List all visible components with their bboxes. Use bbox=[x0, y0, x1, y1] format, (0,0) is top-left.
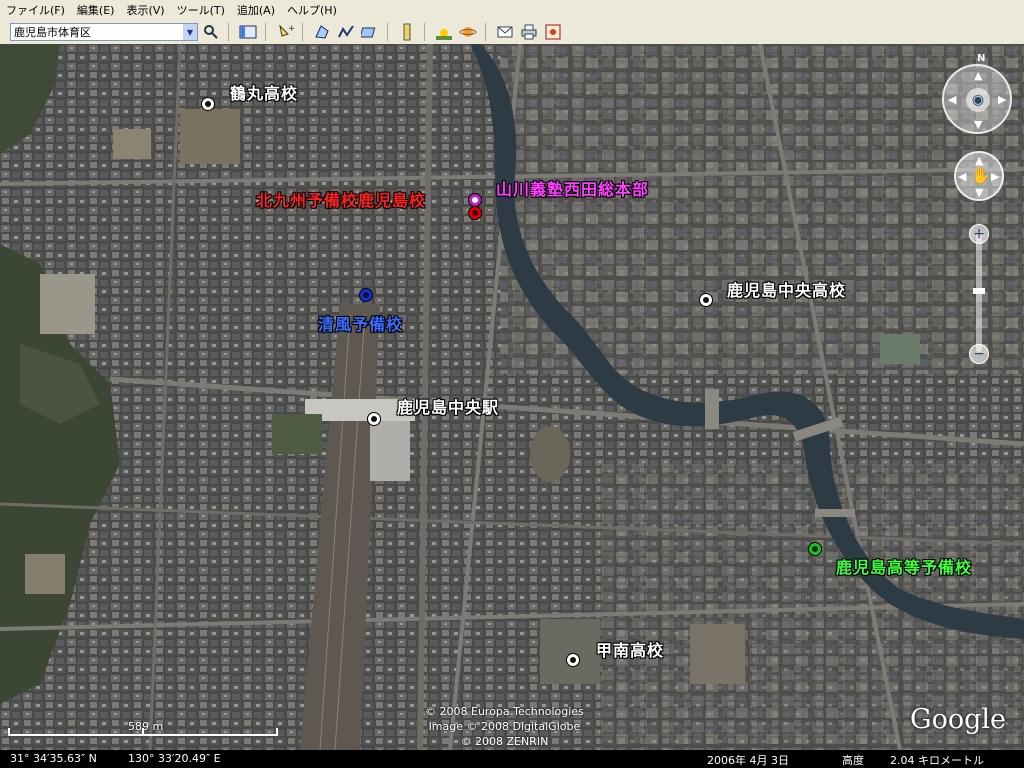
copyright-line: © 2008 Europa Technologies bbox=[425, 705, 584, 718]
menu-tools[interactable]: ツール(T) bbox=[171, 2, 231, 18]
zoom-in-button[interactable]: + bbox=[969, 224, 989, 244]
google-logo: Google bbox=[910, 704, 1006, 735]
sun-icon[interactable] bbox=[433, 22, 455, 42]
pin-kagoshima-chuo-station[interactable] bbox=[367, 412, 381, 426]
scale-label: 589 m bbox=[128, 720, 164, 733]
altitude-label: 高度 bbox=[842, 754, 864, 767]
toolbar-divider bbox=[265, 23, 266, 41]
label-konan-high: 甲南高校 bbox=[596, 641, 665, 660]
path-icon[interactable] bbox=[335, 22, 357, 42]
scale-tick bbox=[8, 728, 10, 736]
copyright-line: © 2008 ZENRIN bbox=[460, 735, 549, 748]
menu-add[interactable]: 追加(A) bbox=[231, 2, 281, 18]
pin-kagoshima-chuo-high[interactable] bbox=[699, 293, 713, 307]
satellite-imagery bbox=[0, 44, 1024, 750]
menu-help[interactable]: ヘルプ(H) bbox=[281, 2, 343, 18]
maps-icon[interactable] bbox=[542, 22, 564, 42]
label-tsurumaru: 鶴丸高校 bbox=[230, 84, 299, 103]
map-view[interactable]: 鶴丸高校 北九州予備校鹿児島校 山川義塾西田総本部 清風予備校 鹿児島中央高校 … bbox=[0, 44, 1024, 750]
label-kagoshima-chuo-high: 鹿児島中央高校 bbox=[727, 281, 847, 300]
label-kagoshima-koto-yobiko: 鹿児島高等予備校 bbox=[836, 558, 973, 577]
menu-view[interactable]: 表示(V) bbox=[120, 2, 170, 18]
copyright-line: Image © 2008 DigitalGlobe bbox=[428, 720, 581, 733]
menu-file[interactable]: ファイル(F) bbox=[0, 2, 71, 18]
planet-icon[interactable] bbox=[457, 22, 479, 42]
look-left-arrow-icon[interactable]: ◀ bbox=[948, 93, 956, 106]
pin-kagoshima-koto-yobiko[interactable] bbox=[808, 542, 822, 556]
overlay-icon[interactable] bbox=[359, 22, 381, 42]
look-control[interactable]: ▲ ▼ ◀ ▶ ◉ bbox=[942, 64, 1012, 134]
pin-tsurumaru[interactable] bbox=[201, 97, 215, 111]
email-icon[interactable] bbox=[494, 22, 516, 42]
toolbar: 鹿児島市体育区 ▼ + bbox=[0, 20, 1024, 45]
chevron-down-icon[interactable]: ▼ bbox=[183, 24, 197, 40]
look-down-arrow-icon[interactable]: ▼ bbox=[974, 118, 982, 131]
pan-left-arrow-icon[interactable]: ◀ bbox=[958, 170, 966, 183]
pin-konan-high[interactable] bbox=[566, 653, 580, 667]
scale-tick bbox=[276, 728, 278, 736]
toolbar-divider bbox=[485, 23, 486, 41]
imagery-date: 2006年 4月 3日 bbox=[707, 754, 789, 767]
label-seifu-yobiko: 清風予備校 bbox=[318, 315, 404, 334]
pin-yamakawa-gijuku[interactable] bbox=[468, 193, 482, 207]
toolbar-divider bbox=[387, 23, 388, 41]
menu-edit[interactable]: 編集(E) bbox=[71, 2, 121, 18]
pin-kitakyushu-yobiko[interactable] bbox=[468, 206, 482, 220]
label-yamakawa-gijuku: 山川義塾西田総本部 bbox=[496, 180, 650, 199]
altitude-value: 2.04 キロメートル bbox=[890, 754, 984, 767]
ruler-icon[interactable] bbox=[396, 22, 418, 42]
scale-bar: 589 m bbox=[8, 720, 278, 746]
search-value: 鹿児島市体育区 bbox=[14, 26, 91, 39]
look-up-arrow-icon[interactable]: ▲ bbox=[974, 69, 982, 82]
toolbar-divider bbox=[228, 23, 229, 41]
zoom-slider-handle[interactable] bbox=[973, 288, 985, 294]
latitude-readout: 31° 34′35.63″ N bbox=[10, 752, 97, 765]
eye-icon[interactable]: ◉ bbox=[966, 88, 990, 112]
search-icon[interactable] bbox=[200, 22, 222, 42]
copyright-notice: © 2008 Europa Technologies Image © 2008 … bbox=[425, 704, 584, 749]
placemark-icon[interactable]: + bbox=[274, 22, 296, 42]
print-icon[interactable] bbox=[518, 22, 540, 42]
svg-text:+: + bbox=[288, 24, 294, 34]
longitude-readout: 130° 33′20.49″ E bbox=[128, 752, 221, 765]
sidebar-icon[interactable] bbox=[237, 22, 259, 42]
menu-bar: ファイル(F) 編集(E) 表示(V) ツール(T) 追加(A) ヘルプ(H) bbox=[0, 0, 1024, 20]
label-kagoshima-chuo-station: 鹿児島中央駅 bbox=[397, 398, 500, 417]
hand-icon[interactable]: ✋ bbox=[971, 166, 991, 185]
search-input[interactable]: 鹿児島市体育区 ▼ bbox=[10, 23, 198, 41]
label-kitakyushu-yobiko: 北九州予備校鹿児島校 bbox=[256, 191, 427, 210]
toolbar-divider bbox=[424, 23, 425, 41]
look-right-arrow-icon[interactable]: ▶ bbox=[998, 93, 1006, 106]
pan-right-arrow-icon[interactable]: ▶ bbox=[991, 170, 999, 183]
move-control[interactable]: ▲ ▼ ◀ ▶ ✋ bbox=[954, 151, 1004, 201]
polygon-icon[interactable] bbox=[311, 22, 333, 42]
status-bar: 31° 34′35.63″ N 130° 33′20.49″ E 2006年 4… bbox=[0, 750, 1024, 768]
pan-down-arrow-icon[interactable]: ▼ bbox=[975, 186, 983, 199]
navigation-controls: N ▲ ▼ ◀ ▶ ◉ ▲ ▼ ◀ ▶ ✋ + − bbox=[940, 48, 1020, 368]
scale-tick bbox=[142, 728, 144, 736]
toolbar-divider bbox=[302, 23, 303, 41]
compass-north-label: N bbox=[977, 53, 986, 64]
pin-seifu-yobiko[interactable] bbox=[359, 288, 373, 302]
zoom-out-button[interactable]: − bbox=[969, 344, 989, 364]
